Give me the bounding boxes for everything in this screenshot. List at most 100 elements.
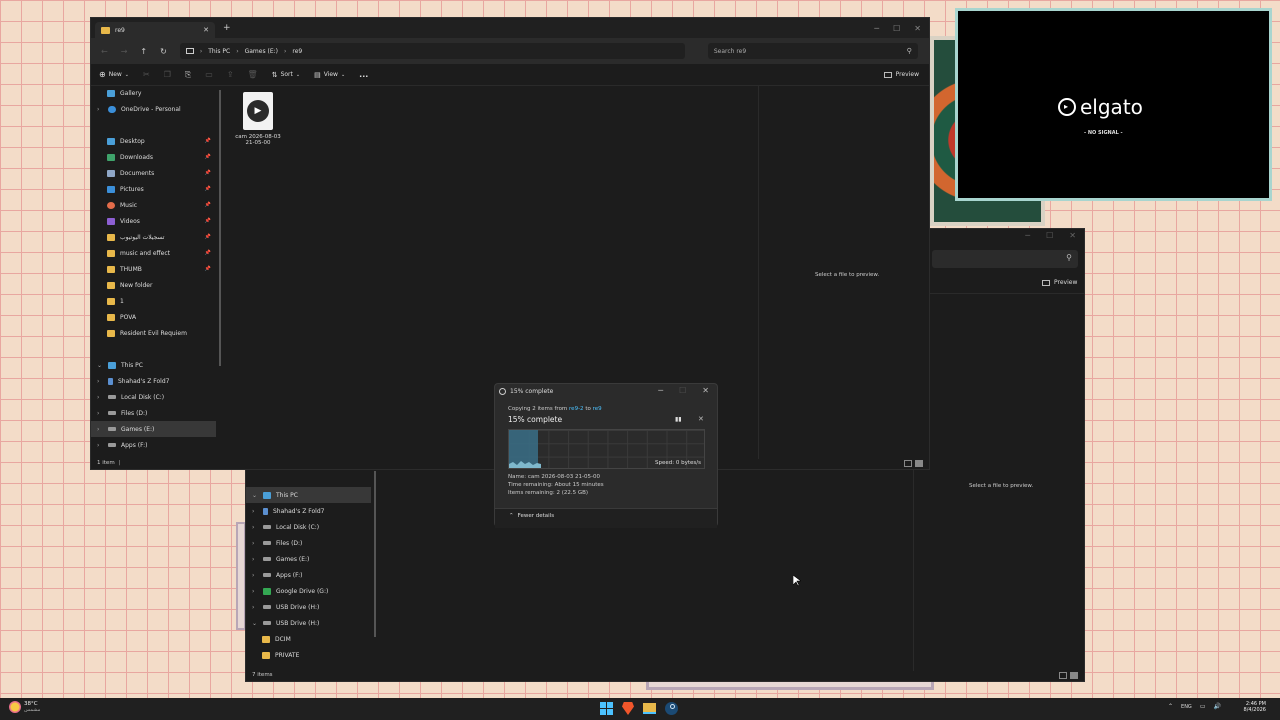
sidebar-item[interactable]: تسجيلات اليوتيوب 📌 — [91, 229, 216, 245]
sidebar-item[interactable]: › Files (D:) — [91, 405, 216, 421]
chevron-down-icon[interactable]: ⌄ — [252, 492, 258, 499]
more-options-button[interactable]: ... — [359, 70, 368, 79]
chevron-right-icon[interactable]: › — [252, 508, 258, 515]
fewer-details-button[interactable]: ⌃ Fewer details — [509, 513, 554, 519]
chevron-right-icon[interactable]: › — [252, 556, 258, 563]
sidebar-item[interactable]: Gallery — [91, 85, 216, 101]
chevron-down-icon[interactable]: ⌄ — [97, 362, 103, 369]
close-button[interactable]: ✕ — [702, 386, 709, 395]
sidebar-item[interactable]: › Local Disk (C:) — [91, 389, 216, 405]
clock[interactable]: 2:46 PM 8/4/2026 — [1230, 701, 1266, 713]
cancel-copy-button[interactable]: ✕ — [698, 415, 704, 423]
maximize-button[interactable]: ☐ — [1046, 231, 1053, 240]
up-arrow-icon[interactable]: ↑ — [140, 47, 147, 56]
destination-link[interactable]: re9 — [593, 406, 602, 412]
chevron-right-icon[interactable]: › — [252, 540, 258, 547]
sidebar-item[interactable]: Downloads 📌 — [91, 149, 216, 165]
preview-button[interactable]: Preview — [1042, 279, 1077, 286]
sidebar-item[interactable]: › Shahad's Z Fold7 — [91, 373, 216, 389]
tray-chevron-up-icon[interactable]: ⌃ — [1168, 703, 1173, 710]
breadcrumb-re9[interactable]: re9 — [292, 48, 302, 55]
nav-scrollbar[interactable] — [374, 471, 376, 637]
sidebar-item[interactable]: ⌄ This PC — [246, 487, 371, 503]
sidebar-item[interactable]: › Shahad's Z Fold7 — [246, 503, 371, 519]
sidebar-item[interactable]: › Google Drive (G:) — [246, 583, 371, 599]
copy-progress-dialog[interactable]: 15% complete ─ ☐ ✕ Copying 2 items from … — [494, 383, 718, 528]
minimize-button[interactable]: ─ — [658, 386, 663, 395]
chevron-right-icon[interactable]: › — [97, 378, 103, 385]
chevron-right-icon[interactable]: › — [97, 410, 103, 417]
new-button[interactable]: ⊕ New ⌄ — [99, 70, 129, 79]
tiles-view-icon[interactable] — [915, 459, 923, 467]
share-icon[interactable]: ⇪ — [227, 70, 234, 79]
sidebar-item[interactable]: Music 📌 — [91, 197, 216, 213]
sidebar-item[interactable]: New folder — [91, 277, 216, 293]
chevron-right-icon[interactable]: › — [252, 588, 258, 595]
sidebar-item[interactable]: Videos 📌 — [91, 213, 216, 229]
chevron-down-icon[interactable]: ⌄ — [252, 620, 258, 627]
details-view-icon[interactable] — [1059, 671, 1067, 679]
preview-button[interactable]: Preview — [883, 71, 919, 78]
view-button[interactable]: ▤ View ⌄ — [314, 71, 345, 79]
weather-widget[interactable]: 38°C مشمس — [9, 701, 40, 713]
sidebar-item[interactable]: › Games (E:) — [91, 421, 216, 437]
steam-icon[interactable] — [665, 702, 678, 715]
new-tab-button[interactable]: + — [223, 23, 231, 33]
source-link[interactable]: re9-2 — [569, 406, 584, 412]
sidebar-item[interactable]: THUMB 📌 — [91, 261, 216, 277]
sidebar-item[interactable]: › Local Disk (C:) — [246, 519, 371, 535]
network-icon[interactable]: ▭ — [1200, 703, 1206, 710]
back-arrow-icon[interactable]: ← — [101, 47, 108, 56]
sidebar-item[interactable]: DCIM — [246, 631, 371, 647]
chevron-right-icon[interactable]: › — [252, 604, 258, 611]
pause-button[interactable]: ▮▮ — [675, 416, 682, 423]
rename-icon[interactable]: ▭ — [205, 70, 213, 79]
chevron-right-icon[interactable]: › — [252, 572, 258, 579]
capture-preview-window[interactable]: ▸ elgato - NO SIGNAL - — [955, 8, 1272, 201]
brave-browser-icon[interactable] — [622, 702, 634, 715]
sidebar-item[interactable]: Desktop 📌 — [91, 133, 216, 149]
sidebar-item[interactable]: 1 — [91, 293, 216, 309]
sidebar-item[interactable]: › Apps (F:) — [91, 437, 216, 453]
sidebar-item[interactable]: › Apps (F:) — [246, 567, 371, 583]
sidebar-item[interactable]: Pictures 📌 — [91, 181, 216, 197]
tab-re9[interactable]: re9 ✕ — [95, 22, 215, 38]
chevron-right-icon[interactable]: › — [97, 106, 103, 113]
search-input[interactable]: Search re9 ⚲ — [707, 43, 918, 59]
details-view-icon[interactable] — [904, 459, 912, 467]
cut-icon[interactable]: ✂ — [143, 70, 150, 79]
file-item[interactable]: ▶ cam 2026-08-03 21-05-00 — [233, 92, 283, 146]
chevron-right-icon[interactable]: › — [252, 524, 258, 531]
maximize-button[interactable]: ☐ — [893, 24, 900, 33]
forward-arrow-icon[interactable]: → — [121, 47, 128, 56]
close-button[interactable]: ✕ — [914, 24, 921, 33]
sidebar-item[interactable]: Resident Evil Requiem — [91, 325, 216, 341]
copy-icon[interactable]: ❐ — [164, 70, 171, 79]
sidebar-item[interactable]: ⌄ USB Drive (H:) — [246, 615, 371, 631]
close-button[interactable]: ✕ — [1069, 231, 1076, 240]
sidebar-item[interactable]: ⌄ This PC — [91, 357, 216, 373]
sidebar-item[interactable]: Documents 📌 — [91, 165, 216, 181]
sidebar-item[interactable]: › OneDrive - Personal — [91, 101, 216, 117]
nav-scrollbar[interactable] — [219, 90, 221, 366]
tab-close-icon[interactable]: ✕ — [203, 26, 209, 34]
language-indicator[interactable]: ENG — [1181, 704, 1192, 710]
chevron-right-icon[interactable]: › — [97, 442, 103, 449]
breadcrumb-games[interactable]: Games (E:) — [245, 48, 278, 55]
file-explorer-icon[interactable] — [643, 703, 656, 714]
sidebar-item[interactable]: POVA — [91, 309, 216, 325]
sidebar-item[interactable]: › Games (E:) — [246, 551, 371, 567]
paste-icon[interactable]: ⎘ — [185, 70, 191, 80]
breadcrumb[interactable]: › This PC › Games (E:) › re9 — [179, 43, 685, 59]
sidebar-item[interactable]: › USB Drive (H:) — [246, 599, 371, 615]
windows-start-icon[interactable] — [600, 702, 613, 715]
sort-button[interactable]: ⇅ Sort ⌄ — [272, 71, 300, 79]
minimize-button[interactable]: ─ — [874, 24, 879, 33]
search-box[interactable]: ⚲ — [932, 250, 1078, 268]
maximize-button[interactable]: ☐ — [679, 386, 686, 395]
delete-icon[interactable]: 🗑 — [248, 70, 258, 79]
breadcrumb-this-pc[interactable]: This PC — [208, 48, 230, 55]
sidebar-item[interactable]: PRIVATE — [246, 647, 371, 663]
refresh-icon[interactable]: ↻ — [160, 47, 167, 56]
chevron-right-icon[interactable]: › — [97, 394, 103, 401]
